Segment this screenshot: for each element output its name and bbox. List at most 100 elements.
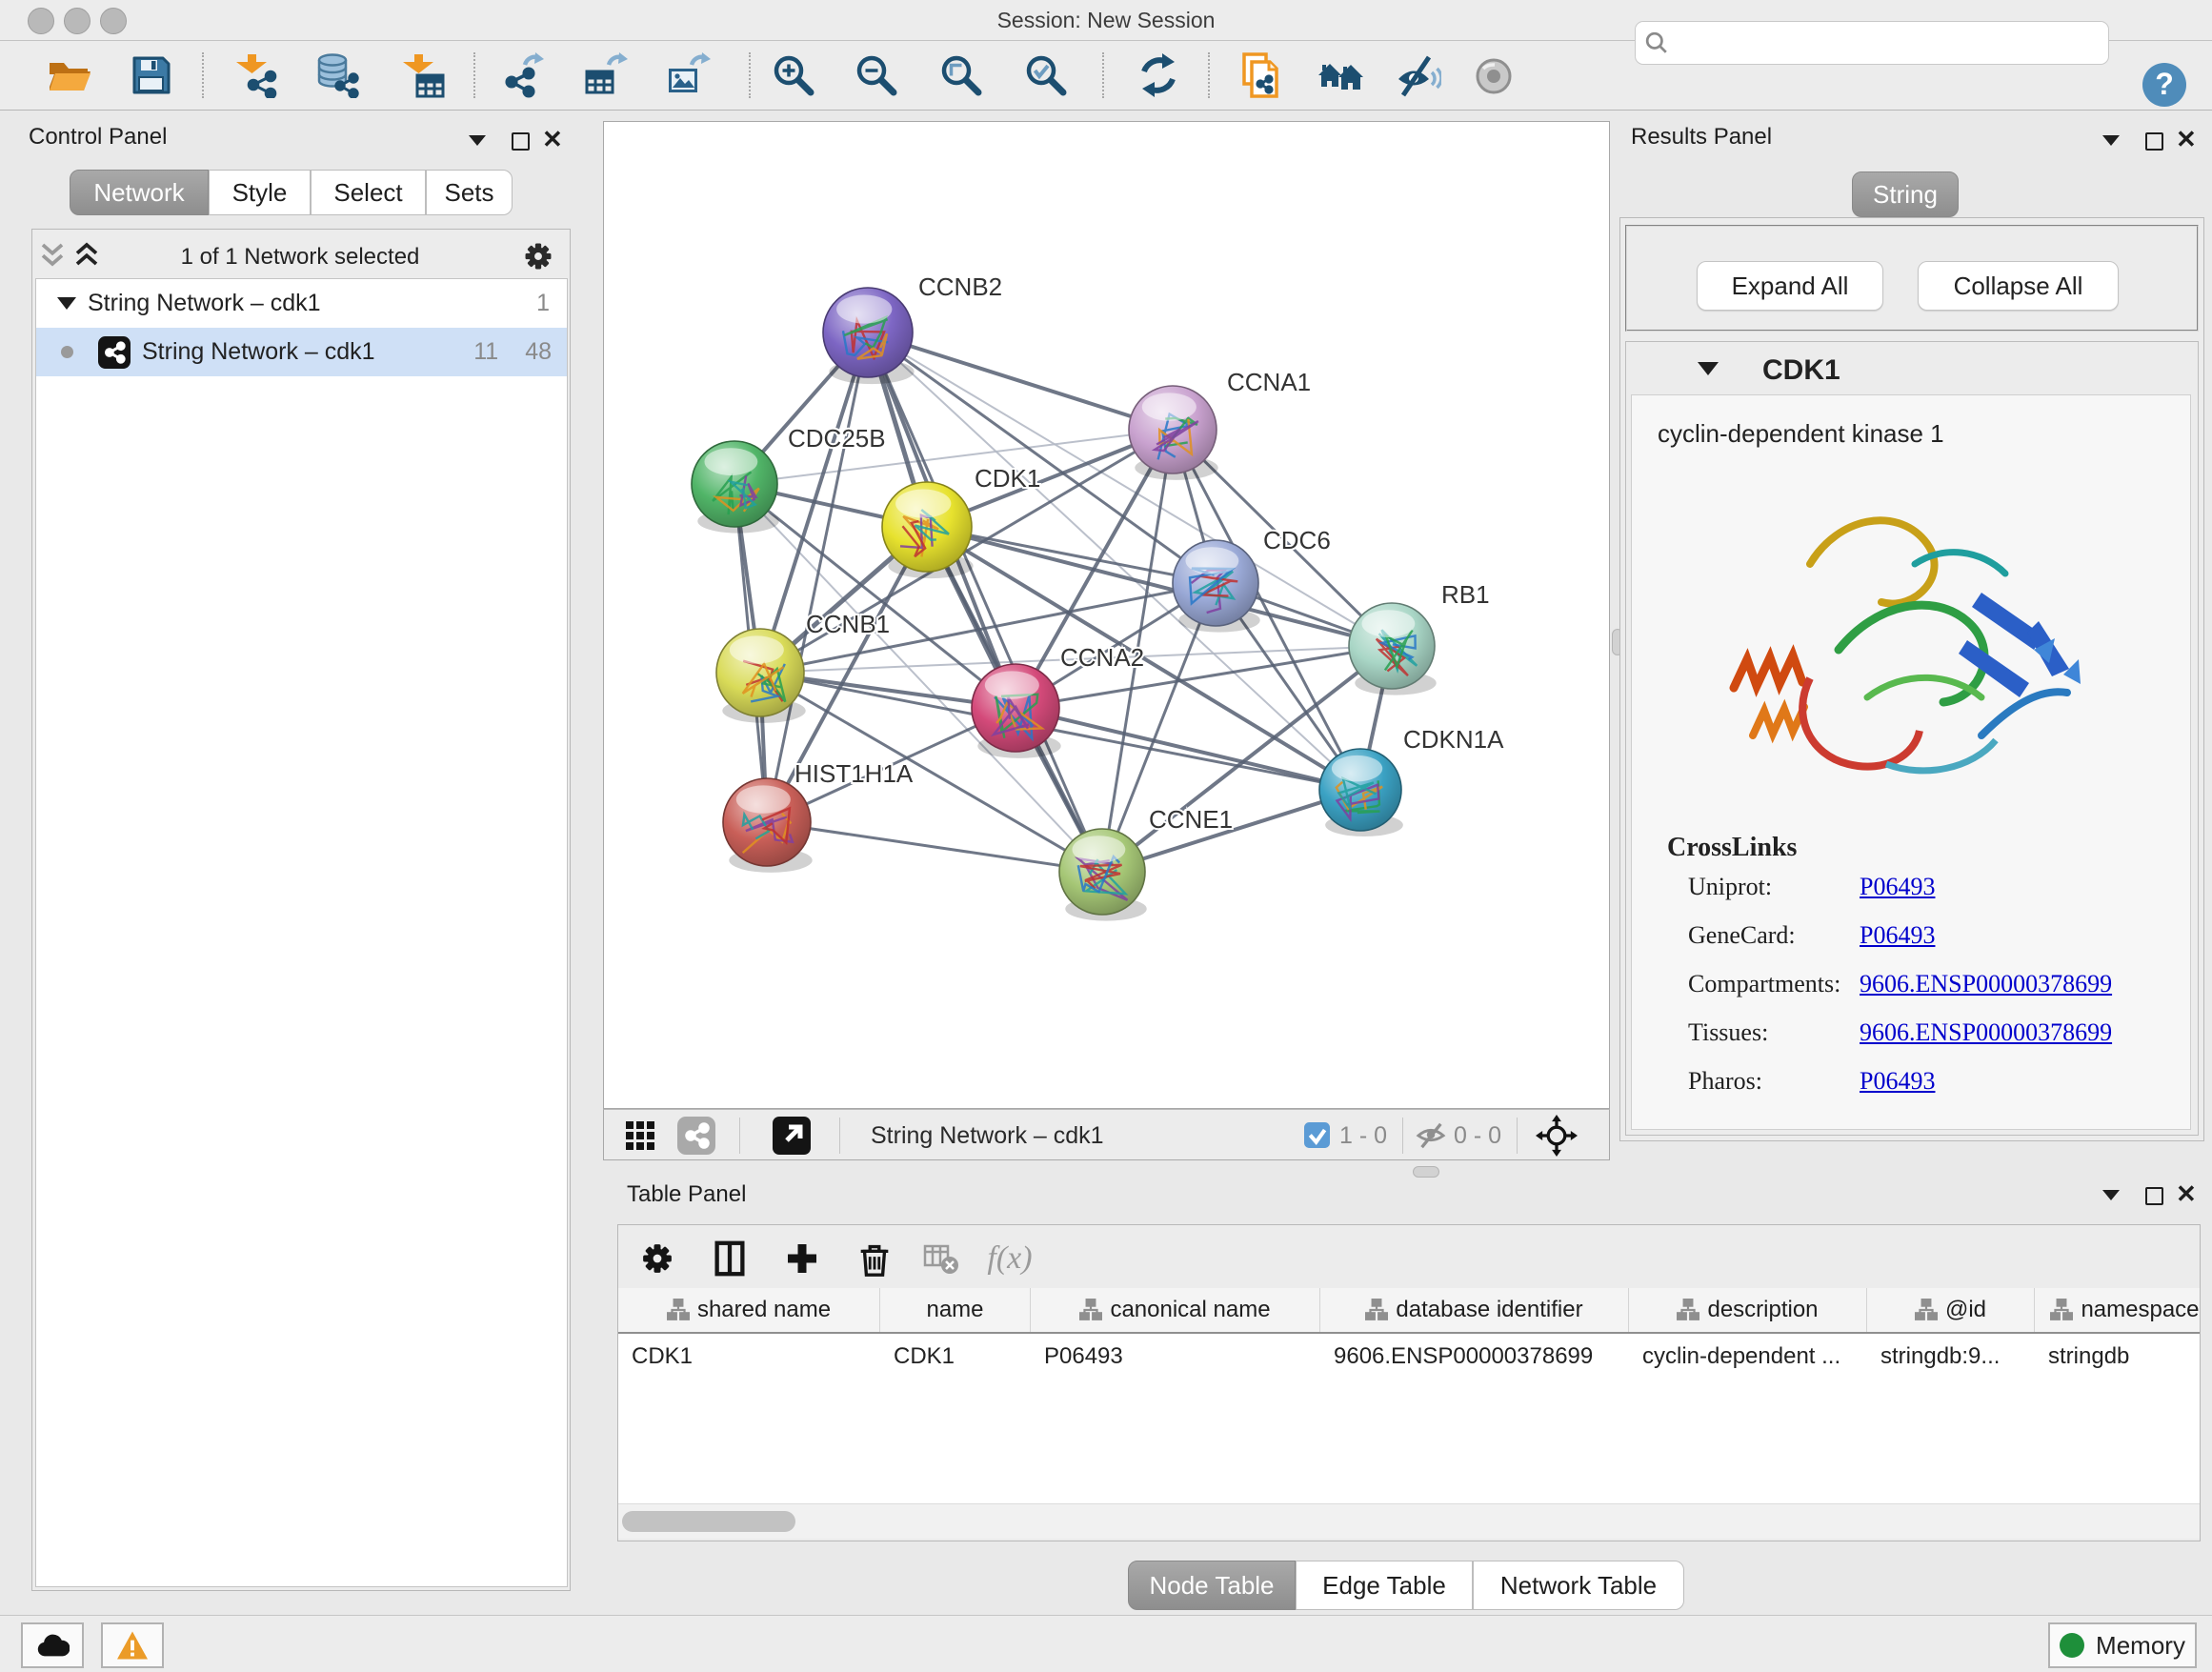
control-panel-float-icon[interactable] [512, 132, 536, 153]
warnings-button[interactable] [101, 1622, 164, 1668]
help-button[interactable]: ? [2141, 61, 2188, 113]
open-in-new-window-icon[interactable] [773, 1117, 811, 1155]
grid-view-icon[interactable] [625, 1120, 655, 1151]
tab-node-table[interactable]: Node Table [1128, 1561, 1296, 1610]
tab-network-table[interactable]: Network Table [1473, 1561, 1684, 1610]
network-collection-row[interactable]: String Network – cdk1 1 [36, 279, 567, 328]
node-CCNB1[interactable]: CCNB1 [716, 610, 890, 723]
table-row[interactable]: CDK1CDK1P064939606.ENSP00000378699cyclin… [618, 1334, 2200, 1380]
save-session-icon[interactable] [126, 50, 175, 100]
table-panel-menu-icon[interactable] [2102, 1190, 2127, 1211]
zoom-in-icon[interactable] [769, 50, 818, 100]
tab-string[interactable]: String [1852, 171, 1959, 217]
collection-expander-icon[interactable] [57, 297, 76, 310]
delete-column-icon[interactable] [851, 1235, 898, 1282]
cloud-status-button[interactable] [21, 1622, 84, 1668]
export-network-icon[interactable] [496, 50, 546, 100]
footer-separator [739, 1118, 740, 1154]
cell-database-identifier[interactable]: 9606.ENSP00000378699 [1320, 1343, 1629, 1370]
edge-CCNB2-CCNA1[interactable] [868, 332, 1173, 430]
table-horizontal-scrollbar[interactable] [618, 1503, 2200, 1539]
node-CCNE1[interactable]: CCNE1 [1059, 805, 1233, 921]
function-builder-icon[interactable]: f(x) [986, 1235, 1034, 1282]
column-header-shared-name[interactable]: shared name [618, 1288, 880, 1332]
crosslink-value-link[interactable]: 9606.ENSP00000378699 [1860, 970, 2112, 998]
show-columns-icon[interactable] [706, 1235, 754, 1282]
fit-selection-crosshair-icon[interactable] [1536, 1115, 1578, 1157]
table-panel-close-icon[interactable]: ✕ [2176, 1184, 2201, 1205]
protein-section-expander-icon[interactable] [1698, 362, 1719, 375]
zoom-fit-icon[interactable] [936, 50, 986, 100]
table-header-row: shared namenamecanonical namedatabase id… [618, 1288, 2200, 1334]
network-share-icon [98, 336, 131, 369]
cell-canonical-name[interactable]: P06493 [1031, 1343, 1320, 1370]
control-panel-close-icon[interactable]: ✕ [542, 130, 567, 151]
export-image-icon[interactable] [663, 50, 713, 100]
cell-description[interactable]: cyclin-dependent ... [1629, 1343, 1867, 1370]
table-options-gear-icon[interactable] [633, 1235, 681, 1282]
results-panel-menu-icon[interactable] [2102, 135, 2127, 156]
network-row-selected[interactable]: String Network – cdk1 11 48 [36, 328, 567, 376]
tab-style[interactable]: Style [209, 170, 311, 215]
expand-all-networks-icon[interactable] [72, 240, 101, 269]
birds-eye-share-icon[interactable] [677, 1117, 715, 1155]
show-all-icon[interactable] [1469, 50, 1518, 100]
column-header-canonical-name[interactable]: canonical name [1031, 1288, 1320, 1332]
edge-CCNA2-CDKN1A[interactable] [1016, 708, 1360, 790]
column-header-description[interactable]: description [1629, 1288, 1867, 1332]
column-header-database-identifier[interactable]: database identifier [1320, 1288, 1629, 1332]
zoom-selected-icon[interactable] [1021, 50, 1071, 100]
search-input[interactable] [1676, 24, 2099, 62]
column-header-@id[interactable]: @id [1867, 1288, 2035, 1332]
hidden-eye-icon[interactable] [1414, 1121, 1448, 1150]
hide-selected-icon[interactable] [1394, 50, 1443, 100]
tab-sets[interactable]: Sets [426, 170, 513, 215]
column-header-namespace[interactable]: namespace [2035, 1288, 2200, 1332]
import-table-icon[interactable] [399, 50, 449, 100]
crosslink-value-link[interactable]: 9606.ENSP00000378699 [1860, 1018, 2112, 1047]
selected-checkbox-icon[interactable] [1304, 1122, 1330, 1148]
refresh-icon[interactable] [1134, 50, 1183, 100]
results-panel-close-icon[interactable]: ✕ [2176, 130, 2201, 151]
tab-network[interactable]: Network [70, 170, 209, 215]
import-database-icon[interactable] [312, 50, 362, 100]
cell-@id[interactable]: stringdb:9... [1867, 1343, 2035, 1370]
table-panel-float-icon[interactable] [2145, 1187, 2170, 1208]
control-panel-menu-icon[interactable] [469, 135, 493, 156]
crosslink-value-link[interactable]: P06493 [1860, 921, 1935, 950]
node-CDC25B[interactable]: CDC25B [692, 424, 886, 534]
open-file-icon[interactable] [44, 50, 93, 100]
node-HIST1H1A[interactable]: HIST1H1A [723, 759, 914, 873]
crosslink-value-link[interactable]: P06493 [1860, 873, 1935, 901]
scrollbar-thumb[interactable] [622, 1511, 795, 1532]
tab-select[interactable]: Select [311, 170, 426, 215]
horizontal-splitter-grip[interactable] [1413, 1166, 1439, 1178]
node-RB1[interactable]: RB1 [1349, 580, 1490, 695]
collapse-all-button[interactable]: Collapse All [1918, 261, 2119, 311]
network-canvas[interactable]: CCNB2CCNA1CDC25BCDK1CDC6RB1CCNB1CCNA2CDK… [603, 121, 1610, 1109]
column-header-name[interactable]: name [880, 1288, 1031, 1332]
memory-status-dot [2060, 1633, 2084, 1658]
houses-icon[interactable] [1316, 50, 1365, 100]
node-CDKN1A[interactable]: CDKN1A [1319, 725, 1504, 836]
memory-button[interactable]: Memory [2048, 1622, 2197, 1668]
add-column-icon[interactable] [778, 1235, 826, 1282]
edge-HIST1H1A-CCNE1[interactable] [767, 822, 1102, 872]
export-table-icon[interactable] [580, 50, 630, 100]
collapse-all-networks-icon[interactable] [38, 240, 67, 269]
expand-all-button[interactable]: Expand All [1697, 261, 1883, 311]
first-neighbors-icon[interactable] [1237, 50, 1287, 100]
results-panel-float-icon[interactable] [2145, 132, 2170, 153]
cell-namespace[interactable]: stringdb [2035, 1343, 2200, 1370]
delete-table-icon[interactable] [917, 1235, 965, 1282]
node-CCNA1[interactable]: CCNA1 [1129, 368, 1311, 480]
cell-name[interactable]: CDK1 [880, 1343, 1031, 1370]
tab-edge-table[interactable]: Edge Table [1296, 1561, 1473, 1610]
import-network-icon[interactable] [232, 50, 282, 100]
crosslink-value-link[interactable]: P06493 [1860, 1067, 1935, 1096]
edge-CCNB2-CCNE1[interactable] [868, 332, 1102, 872]
network-node-count: 11 [473, 338, 498, 366]
cell-shared-name[interactable]: CDK1 [618, 1343, 880, 1370]
network-options-gear-icon[interactable] [520, 238, 556, 274]
zoom-out-icon[interactable] [852, 50, 901, 100]
